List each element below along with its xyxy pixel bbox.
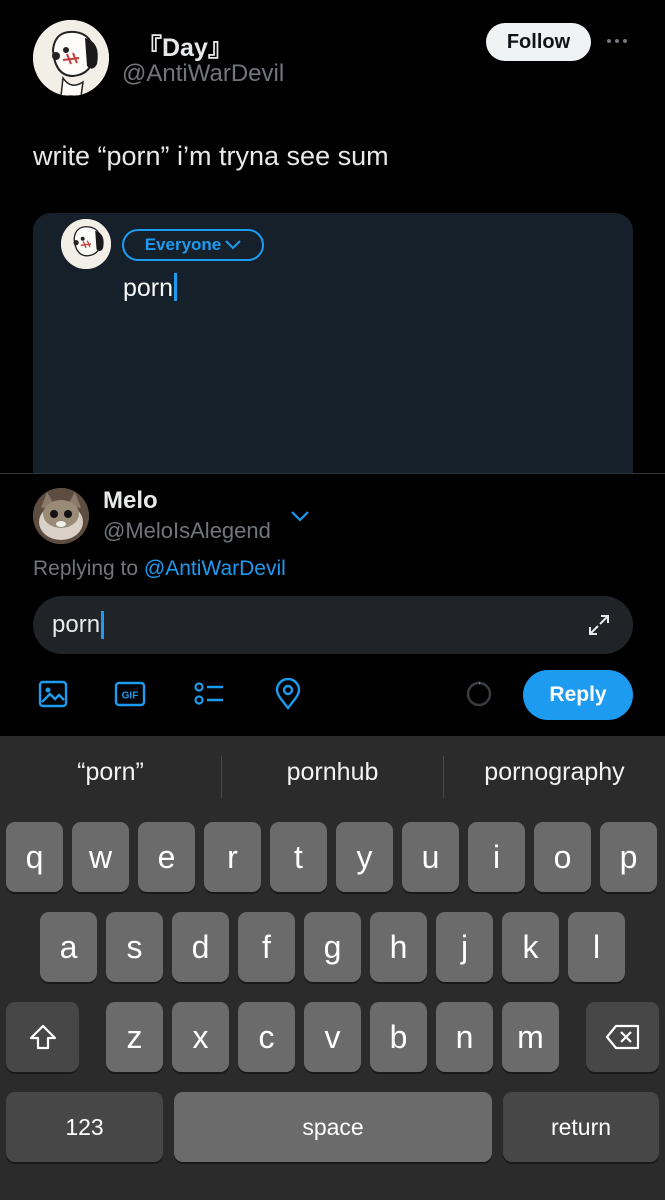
predictive-suggestions: “porn” pornhub pornography — [0, 736, 665, 816]
location-icon[interactable] — [272, 678, 304, 710]
key-x[interactable]: x — [172, 1002, 229, 1072]
chevron-down-icon[interactable] — [288, 508, 312, 524]
tweet-media-image[interactable]: Everyone porn — [33, 213, 633, 513]
author-handle[interactable]: @AntiWarDevil — [122, 60, 284, 88]
character-count-ring-icon — [466, 681, 492, 707]
author-display-name[interactable]: 『Day』 — [137, 28, 233, 64]
key-z[interactable]: z — [106, 1002, 163, 1072]
key-u[interactable]: u — [402, 822, 459, 892]
key-g[interactable]: g — [304, 912, 361, 982]
user-handle: @MeloIsAlegend — [103, 518, 271, 543]
text-caret — [101, 611, 105, 639]
key-t[interactable]: t — [270, 822, 327, 892]
suggestion-3[interactable]: pornography — [444, 758, 665, 787]
text-caret — [174, 273, 178, 301]
key-i[interactable]: i — [468, 822, 525, 892]
key-a[interactable]: a — [40, 912, 97, 982]
user-avatar[interactable] — [33, 488, 89, 544]
replying-to-mention[interactable]: @AntiWarDevil — [144, 557, 286, 580]
key-b[interactable]: b — [370, 1002, 427, 1072]
key-m[interactable]: m — [502, 1002, 559, 1072]
reply-input[interactable]: porn — [33, 596, 633, 654]
key-p[interactable]: p — [600, 822, 657, 892]
more-options-icon[interactable] — [607, 34, 631, 48]
expand-icon[interactable] — [587, 613, 611, 637]
user-display-name: Melo — [103, 487, 158, 514]
media-typed-text: porn — [123, 273, 178, 303]
reply-button[interactable]: Reply — [523, 670, 633, 720]
audience-label: Everyone — [144, 235, 222, 254]
key-v[interactable]: v — [304, 1002, 361, 1072]
key-j[interactable]: j — [436, 912, 493, 982]
return-key[interactable]: return — [503, 1092, 659, 1162]
key-n[interactable]: n — [436, 1002, 493, 1072]
delete-key[interactable] — [586, 1002, 659, 1072]
svg-text:GIF: GIF — [122, 691, 139, 702]
author-avatar[interactable] — [33, 20, 109, 96]
poll-icon[interactable] — [193, 678, 225, 710]
key-q[interactable]: q — [6, 822, 63, 892]
shift-key[interactable] — [6, 1002, 79, 1072]
replying-to-line: Replying to @AntiWarDevil — [33, 557, 286, 580]
key-o[interactable]: o — [534, 822, 591, 892]
key-w[interactable]: w — [72, 822, 129, 892]
shift-icon — [29, 1024, 56, 1050]
key-k[interactable]: k — [502, 912, 559, 982]
image-icon[interactable] — [37, 678, 69, 710]
follow-button[interactable]: Follow — [486, 23, 591, 61]
suggestion-2[interactable]: pornhub — [222, 758, 443, 787]
space-key[interactable]: space — [174, 1092, 492, 1162]
suggestion-1[interactable]: “porn” — [0, 758, 221, 787]
audience-selector: Everyone — [122, 229, 264, 261]
key-f[interactable]: f — [238, 912, 295, 982]
key-d[interactable]: d — [172, 912, 229, 982]
key-s[interactable]: s — [106, 912, 163, 982]
key-y[interactable]: y — [336, 822, 393, 892]
key-e[interactable]: e — [138, 822, 195, 892]
key-l[interactable]: l — [568, 912, 625, 982]
gif-icon[interactable]: GIF — [114, 678, 146, 710]
ios-keyboard: “porn” pornhub pornography q w e r t y u… — [0, 736, 665, 1200]
key-r[interactable]: r — [204, 822, 261, 892]
key-c[interactable]: c — [238, 1002, 295, 1072]
numbers-key[interactable]: 123 — [6, 1092, 163, 1162]
chevron-down-icon — [225, 240, 241, 250]
backspace-icon — [605, 1024, 639, 1050]
media-avatar — [61, 219, 111, 269]
reply-composer: Melo @MeloIsAlegend Replying to @AntiWar… — [0, 473, 665, 736]
key-h[interactable]: h — [370, 912, 427, 982]
tweet-text: write “porn” i’m tryna see sum — [33, 141, 389, 171]
